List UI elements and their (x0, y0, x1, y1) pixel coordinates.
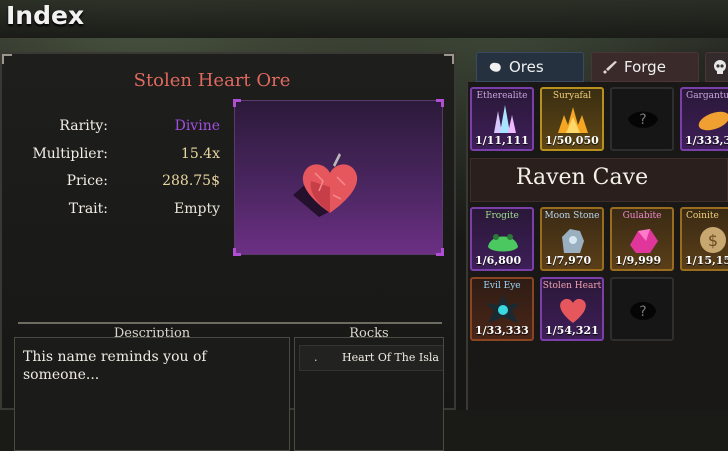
ore-detail-panel: Stolen Heart Ore Rarity: Divine Multipli… (0, 52, 456, 451)
price-value: 288.75$ (162, 173, 220, 189)
rocks-list[interactable]: . Heart Of The Isla (294, 337, 444, 451)
ore-tile-count: 1/11,111 (475, 134, 529, 147)
tab-forge[interactable]: Forge (591, 52, 699, 82)
tab-label: Forge (624, 58, 666, 76)
ore-tile-coinite[interactable]: Coinite $ 1/15,15 (680, 207, 728, 271)
trait-label: Trait: (68, 201, 108, 217)
ore-tile-etherealite[interactable]: Etherealite 1/11,111 (470, 87, 534, 151)
svg-text:?: ? (639, 112, 646, 128)
trait-value: Empty (174, 201, 220, 217)
preview-corner (233, 99, 241, 107)
ore-tile-count: 1/33,333 (475, 324, 529, 337)
ore-tile-stolen-heart[interactable]: Stolen Heart 1/54,321 (540, 277, 604, 341)
evil-eye-icon (486, 295, 520, 323)
ore-tile-count: 1/333,3 (685, 134, 728, 147)
tab-ores[interactable]: Ores (476, 52, 584, 82)
svg-text:?: ? (639, 304, 646, 320)
ore-tile-count: 1/50,050 (545, 134, 599, 147)
crystal-icon (494, 105, 516, 133)
ore-tile-unknown[interactable]: ? (610, 277, 674, 341)
ore-tile-gulabite[interactable]: Gulabite 1/9,999 (610, 207, 674, 271)
orange-gem-icon (698, 111, 728, 131)
coin-ore-icon: $ (700, 227, 726, 253)
unknown-ore-icon: ? (628, 111, 658, 128)
ore-tile-gargantu[interactable]: Gargantu 1/333,3 (680, 87, 728, 151)
ore-tile-suryafal[interactable]: Suryafal 1/50,050 (540, 87, 604, 151)
section-divider (18, 322, 442, 324)
list-item[interactable]: . Heart Of The Isla (299, 345, 443, 371)
multiplier-value: 15.4x (180, 146, 220, 162)
ore-preview (233, 99, 444, 256)
skull-icon (714, 60, 726, 74)
rarity-value: Divine (174, 118, 220, 134)
multiplier-label: Multiplier: (32, 146, 108, 162)
ore-tile-frogite[interactable]: Frogite 1/6,800 (470, 207, 534, 271)
ore-tile-name: Gulabite (622, 211, 662, 221)
ore-tile-name: Suryafal (552, 91, 592, 101)
cave-name: Raven Cave (515, 165, 649, 190)
bullet: . (314, 351, 318, 364)
panel-corner (2, 54, 12, 64)
rock-name: Heart Of The Isla (342, 351, 439, 364)
description-text: This name reminds you of someone... (23, 349, 207, 383)
panel-corner (444, 54, 454, 64)
frog-ore-icon (488, 234, 518, 252)
ore-tile-name: Coinite (686, 211, 719, 221)
ore-tile-name: Moon Stone (544, 211, 600, 221)
tab-label: Ores (509, 58, 544, 76)
ore-tile-count: 1/54,321 (545, 324, 599, 337)
ore-tile-count: 1/9,999 (615, 254, 662, 267)
ore-name: Stolen Heart Ore (133, 70, 291, 91)
preview-corner (436, 248, 444, 256)
page-title: Index (6, 1, 85, 30)
moon-stone-icon (562, 229, 584, 253)
ore-tile-name: Frogite (485, 211, 519, 221)
ore-tile-evil-eye[interactable]: Evil Eye 1/33,333 (470, 277, 534, 341)
preview-corner (436, 99, 444, 107)
preview-corner (233, 248, 241, 256)
unknown-ore-icon: ? (630, 302, 656, 320)
sword-icon (603, 61, 617, 74)
ore-tile-unknown[interactable]: ? (610, 87, 674, 151)
top-bar: Index (0, 0, 728, 38)
price-label: Price: (66, 173, 108, 189)
rarity-label: Rarity: (59, 118, 108, 134)
cave-banner: Raven Cave (470, 158, 728, 202)
ore-tile-count: 1/6,800 (475, 254, 522, 267)
tab-skull[interactable] (705, 52, 728, 82)
sun-flame-icon (558, 107, 588, 133)
ore-icon (489, 62, 501, 72)
pink-ore-icon (630, 229, 658, 253)
ore-tile-moon-stone[interactable]: Moon Stone 1/7,970 (540, 207, 604, 271)
ore-tile-count: 1/7,970 (545, 254, 592, 267)
heart-ore-icon (560, 298, 586, 323)
ore-tile-name: Evil Eye (483, 281, 521, 291)
ore-tile-name: Etherealite (476, 91, 528, 101)
description-box: This name reminds you of someone... (14, 337, 290, 451)
svg-text:$: $ (708, 231, 718, 250)
ore-tile-name: Stolen Heart (542, 281, 602, 291)
ore-tile-name: Gargantu (686, 91, 728, 101)
heart-ore-icon (293, 153, 358, 217)
ore-tile-count: 1/15,15 (685, 254, 728, 267)
